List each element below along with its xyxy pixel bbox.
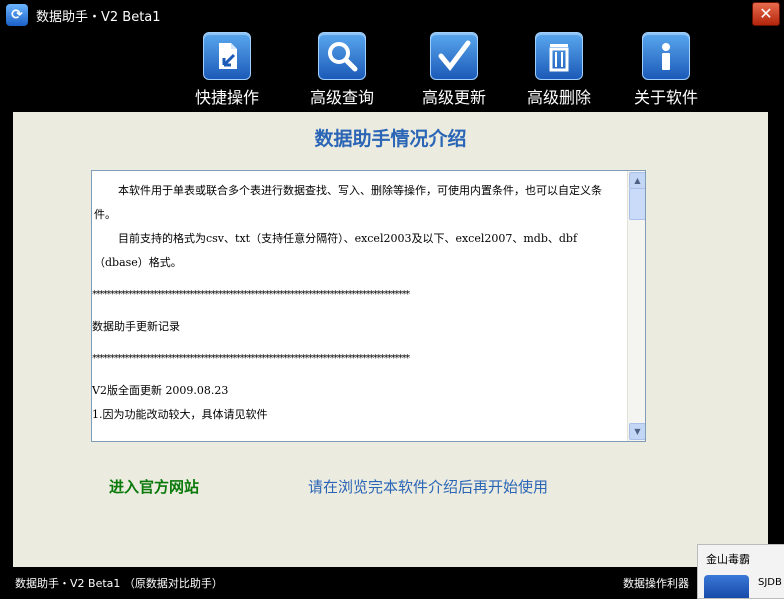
- quick-action-icon: [203, 32, 251, 80]
- checkmark-icon: [430, 32, 478, 80]
- antivirus-popup[interactable]: 金山毒霸 SJDB: [697, 544, 784, 599]
- antivirus-shield-icon: [704, 575, 749, 598]
- official-site-link[interactable]: 进入官方网站: [109, 476, 199, 497]
- scroll-down-icon[interactable]: ▼: [629, 423, 645, 440]
- status-right-text: 数据操作利器: [623, 577, 689, 590]
- usage-notice: 请在浏览完本软件介绍后再开始使用: [308, 478, 549, 496]
- scroll-thumb[interactable]: [629, 188, 645, 220]
- page-title: 数据助手情况介绍: [314, 128, 467, 150]
- changelog-item: 1.因为功能改动较大，具体请见软件: [92, 408, 268, 421]
- status-left-text: 数据助手・V2 Beta1 （原数据对比助手）: [15, 577, 223, 590]
- version-line: V2版全面更新 2009.08.23: [92, 384, 229, 397]
- about-software-label: 关于软件: [633, 88, 698, 107]
- advanced-query-label: 高级查询: [309, 88, 374, 107]
- main-toolbar: 快捷操作 高级查询 高级更新 高级删除 关于软件: [0, 30, 784, 110]
- intro-paragraph-1: 本软件用于单表或联合多个表进行数据查找、写入、删除等操作，可使用内置条件，也可以…: [94, 184, 602, 221]
- title-bar: ⟳ 数据助手・V2 Beta1 ✕: [0, 0, 784, 30]
- intro-paragraph-2: 目前支持的格式为csv、txt（支持任意分隔符）、excel2003及以下、ex…: [94, 232, 578, 269]
- quick-action-label: 快捷操作: [194, 88, 259, 107]
- main-panel: 数据助手情况介绍 本软件用于单表或联合多个表进行数据查找、写入、删除等操作，可使…: [13, 112, 768, 567]
- magnifier-icon: [318, 32, 366, 80]
- changelog-title: 数据助手更新记录: [92, 320, 180, 333]
- status-bar: 数据助手・V2 Beta1 （原数据对比助手） 数据操作利器: [0, 567, 784, 597]
- close-button[interactable]: ✕: [752, 2, 780, 26]
- separator-line: ****************************************…: [92, 289, 410, 300]
- advanced-query-button[interactable]: 高级查询: [292, 32, 392, 108]
- popup-text: SJDB: [758, 577, 782, 588]
- window-title: 数据助手・V2 Beta1: [36, 10, 161, 25]
- popup-title: 金山毒霸: [706, 553, 750, 566]
- advanced-delete-button[interactable]: 高级删除: [509, 32, 609, 108]
- separator-line: ****************************************…: [92, 353, 410, 364]
- vertical-scrollbar[interactable]: ▲ ▼: [627, 171, 645, 441]
- scroll-up-icon[interactable]: ▲: [629, 172, 645, 189]
- intro-text-content: 本软件用于单表或联合多个表进行数据查找、写入、删除等操作，可使用内置条件，也可以…: [92, 171, 628, 441]
- advanced-update-label: 高级更新: [421, 88, 486, 107]
- about-software-button[interactable]: 关于软件: [616, 32, 716, 108]
- intro-text-box[interactable]: 本软件用于单表或联合多个表进行数据查找、写入、删除等操作，可使用内置条件，也可以…: [91, 170, 646, 442]
- trash-bin-icon: [535, 32, 583, 80]
- quick-action-button[interactable]: 快捷操作: [177, 32, 277, 108]
- info-icon: [642, 32, 690, 80]
- advanced-update-button[interactable]: 高级更新: [404, 32, 504, 108]
- app-refresh-icon[interactable]: ⟳: [6, 4, 28, 26]
- advanced-delete-label: 高级删除: [526, 88, 591, 107]
